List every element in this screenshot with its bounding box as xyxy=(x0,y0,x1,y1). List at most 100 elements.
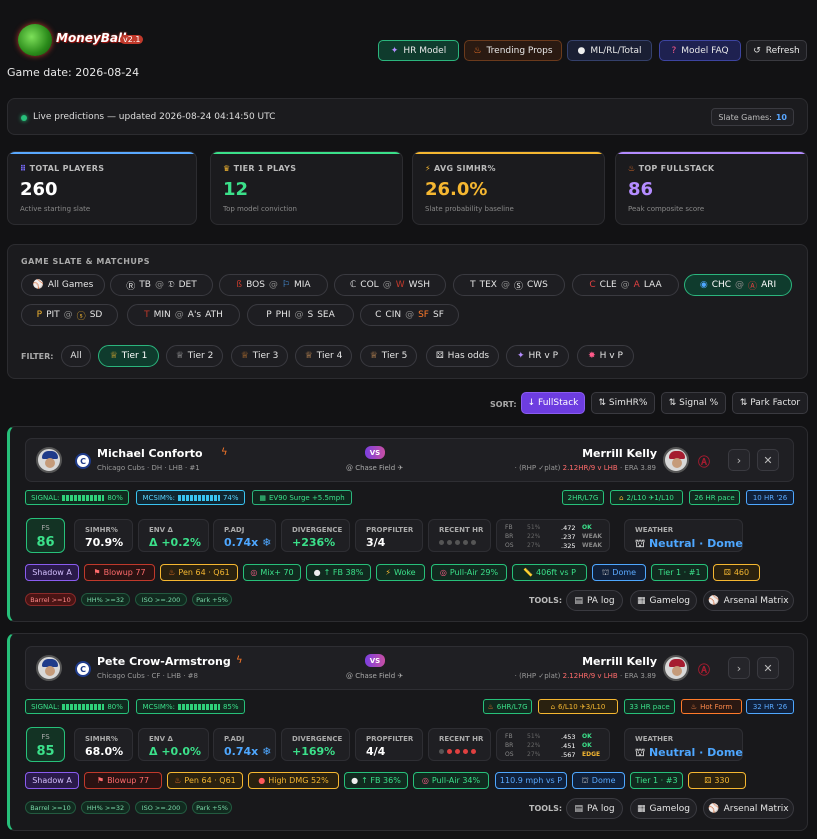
stadium-icon: ⛫ xyxy=(635,537,649,550)
medal-icon: ♕ xyxy=(240,351,249,361)
fire-icon: ♨ xyxy=(487,702,494,711)
cubs-logo-icon: C xyxy=(75,661,91,677)
filter-tier-5[interactable]: ♕ Tier 5 xyxy=(360,345,417,367)
game-pill-cin-sf[interactable]: C CIN @ SF SF xyxy=(360,304,459,326)
dice-icon: ⚄ xyxy=(435,351,444,361)
stadium-icon: ⛫ xyxy=(635,746,649,759)
pitcher-name[interactable]: Merrill Kelly xyxy=(582,655,657,668)
pitcher-meta: · (RHP ✓plat) 2.12HR/9 v LHB · ERA 3.89 xyxy=(514,672,656,680)
signal-tag: SIGNAL: 80% xyxy=(25,490,129,505)
document-icon: ▤ xyxy=(574,803,583,814)
player-name[interactable]: Michael Conforto xyxy=(97,447,203,460)
question-icon: ? xyxy=(671,45,677,56)
slate-games-count: 10 xyxy=(775,112,787,122)
player-name[interactable]: Pete Crow-Armstrong xyxy=(97,655,231,668)
close-icon[interactable]: ✕ xyxy=(757,449,779,471)
fullstack-score: FS 86 xyxy=(26,518,65,553)
pitcher-name[interactable]: Merrill Kelly xyxy=(582,447,657,460)
stat-subtext: Peak composite score xyxy=(628,205,705,213)
player-avatar[interactable] xyxy=(36,447,62,473)
game-pill-min-ath[interactable]: T MIN @ A's ATH xyxy=(127,304,240,326)
filter-hr-v-p[interactable]: ✦ HR v P xyxy=(506,345,569,367)
vs-badge: VS xyxy=(365,446,385,459)
gamelog-button[interactable]: ▦ Gamelog xyxy=(630,798,697,819)
baseball-icon: ● xyxy=(577,45,586,56)
player-meta: Chicago Cubs · CF · LHB · #8 xyxy=(97,672,198,680)
game-pill-tb-det[interactable]: Ⓡ TB @ 𝔇 DET xyxy=(110,274,213,296)
stat-avg-simhr: ⚡ AVG SIMHR% 26.0% Slate probability bas… xyxy=(412,151,605,225)
weather-metric: WEATHER ⛫ Neutral · Dome xyxy=(624,728,743,761)
team-logo-icon: T xyxy=(470,280,476,290)
split-row-fb: FB 51% .472 OK xyxy=(505,524,592,532)
criteria-barrel: Barrel >=10 xyxy=(25,593,76,606)
filter-tier-2[interactable]: ♕ Tier 2 xyxy=(166,345,223,367)
game-pill-all[interactable]: ⚾ All Games xyxy=(21,274,105,296)
game-pill-col-wsh[interactable]: ℂ COL @ W WSH xyxy=(334,274,446,296)
filter-has-odds[interactable]: ⚄ Has odds xyxy=(426,345,499,367)
filter-tier-3[interactable]: ♕ Tier 3 xyxy=(231,345,288,367)
game-pill-cle-laa[interactable]: C CLE @ A LAA xyxy=(572,274,679,296)
medal-icon: ♕ xyxy=(109,351,118,361)
game-pill-bos-mia[interactable]: ß BOS @ ⚐ MIA xyxy=(219,274,328,296)
chart-icon: ▦ xyxy=(259,493,266,502)
target-icon: ◎ xyxy=(439,568,447,577)
chip-tier: Tier 1 · #3 xyxy=(630,772,683,789)
sort-simhr-button[interactable]: ⇅ SimHR% xyxy=(591,392,655,414)
chip-score: ⚄ 330 xyxy=(688,772,746,789)
arsenal-matrix-button[interactable]: ⚾ Arsenal Matrix xyxy=(703,798,794,819)
dbacks-logo-icon: Ⓐ xyxy=(697,454,710,469)
signal-bar xyxy=(62,703,105,710)
team-logo-icon: S xyxy=(307,310,314,320)
hr-model-button[interactable]: ✦ HR Model xyxy=(378,40,459,61)
sort-signal-button[interactable]: ⇅ Signal % xyxy=(661,392,726,414)
pa-log-button[interactable]: ▤ PA log xyxy=(566,590,623,611)
filter-h-v-p[interactable]: ✸ H v P xyxy=(577,345,634,367)
stat-value: 26.0% xyxy=(425,179,488,200)
player-meta: Chicago Cubs · DH · LHB · #1 xyxy=(97,464,200,472)
wand-icon: ✦ xyxy=(390,45,399,56)
divergence-metric: DIVERGENCE +236% xyxy=(281,519,350,552)
mcsim-bar xyxy=(177,494,220,501)
refresh-button[interactable]: ↺ Refresh xyxy=(746,40,807,61)
chip-mix: ◎ Mix+ 70 xyxy=(243,564,301,581)
sort-fullstack-button[interactable]: ↓ FullStack xyxy=(521,392,585,414)
filter-all[interactable]: All xyxy=(61,345,91,367)
model-faq-button[interactable]: ? Model FAQ xyxy=(659,40,741,61)
moneyball-logo[interactable]: MoneyBall v2.1 xyxy=(12,22,152,60)
pitcher-avatar[interactable] xyxy=(663,447,689,473)
pitcher-avatar[interactable] xyxy=(663,655,689,681)
baseball-icon: ⚾ xyxy=(708,803,720,814)
mcsim-tag: MCSIM%: 85% xyxy=(136,699,245,714)
trending-props-button[interactable]: ♨ Trending Props xyxy=(464,40,562,61)
filter-tier-4[interactable]: ♕ Tier 4 xyxy=(295,345,352,367)
player-avatar[interactable] xyxy=(36,655,62,681)
fire-icon: ϟ xyxy=(236,655,243,666)
sort-park-factor-button[interactable]: ⇅ Park Factor xyxy=(732,392,808,414)
pa-log-button[interactable]: ▤ PA log xyxy=(566,798,623,819)
dbacks-logo-icon: Ⓐ xyxy=(697,662,710,677)
game-pill-tex-cws[interactable]: T TEX @ Ⓢ CWS xyxy=(453,274,565,296)
signal-bar xyxy=(62,494,105,501)
expand-chevron-icon[interactable]: › xyxy=(728,657,750,679)
chip-score: ⚄ 460 xyxy=(713,564,760,581)
arsenal-matrix-button[interactable]: ⚾ Arsenal Matrix xyxy=(703,590,794,611)
chip-blowup: ⚑ Blowup 77 xyxy=(84,772,162,789)
game-pill-chc-ari[interactable]: ◉ CHC @ Ⓐ ARI xyxy=(684,274,792,296)
env-delta-metric: ENV ΔΔ +0.0% xyxy=(138,728,209,761)
game-pill-pit-sd[interactable]: P PIT @ ⓢ SD xyxy=(21,304,118,326)
expand-chevron-icon[interactable]: › xyxy=(728,449,750,471)
medal-icon: ♕ xyxy=(175,351,184,361)
game-date: Game date: 2026-08-24 xyxy=(7,66,140,79)
game-pill-phi-sea[interactable]: P PHI @ S SEA xyxy=(247,304,354,326)
ml-rl-total-button[interactable]: ● ML/RL/Total xyxy=(567,40,652,61)
target-icon: ◎ xyxy=(421,776,429,785)
baseball-icon: ⚾ xyxy=(32,280,44,290)
chip-woke: ⚡ Woke xyxy=(376,564,425,581)
stat-value: 86 xyxy=(628,179,654,200)
chip-exit-velo: 110.9 mph vs P xyxy=(495,772,567,789)
flag-icon: ⚑ xyxy=(96,776,105,785)
close-icon[interactable]: ✕ xyxy=(757,657,779,679)
hr-pace-tag: 26 HR pace xyxy=(689,490,740,505)
filter-tier-1[interactable]: ♕ Tier 1 xyxy=(98,345,159,367)
gamelog-button[interactable]: ▦ Gamelog xyxy=(630,590,697,611)
